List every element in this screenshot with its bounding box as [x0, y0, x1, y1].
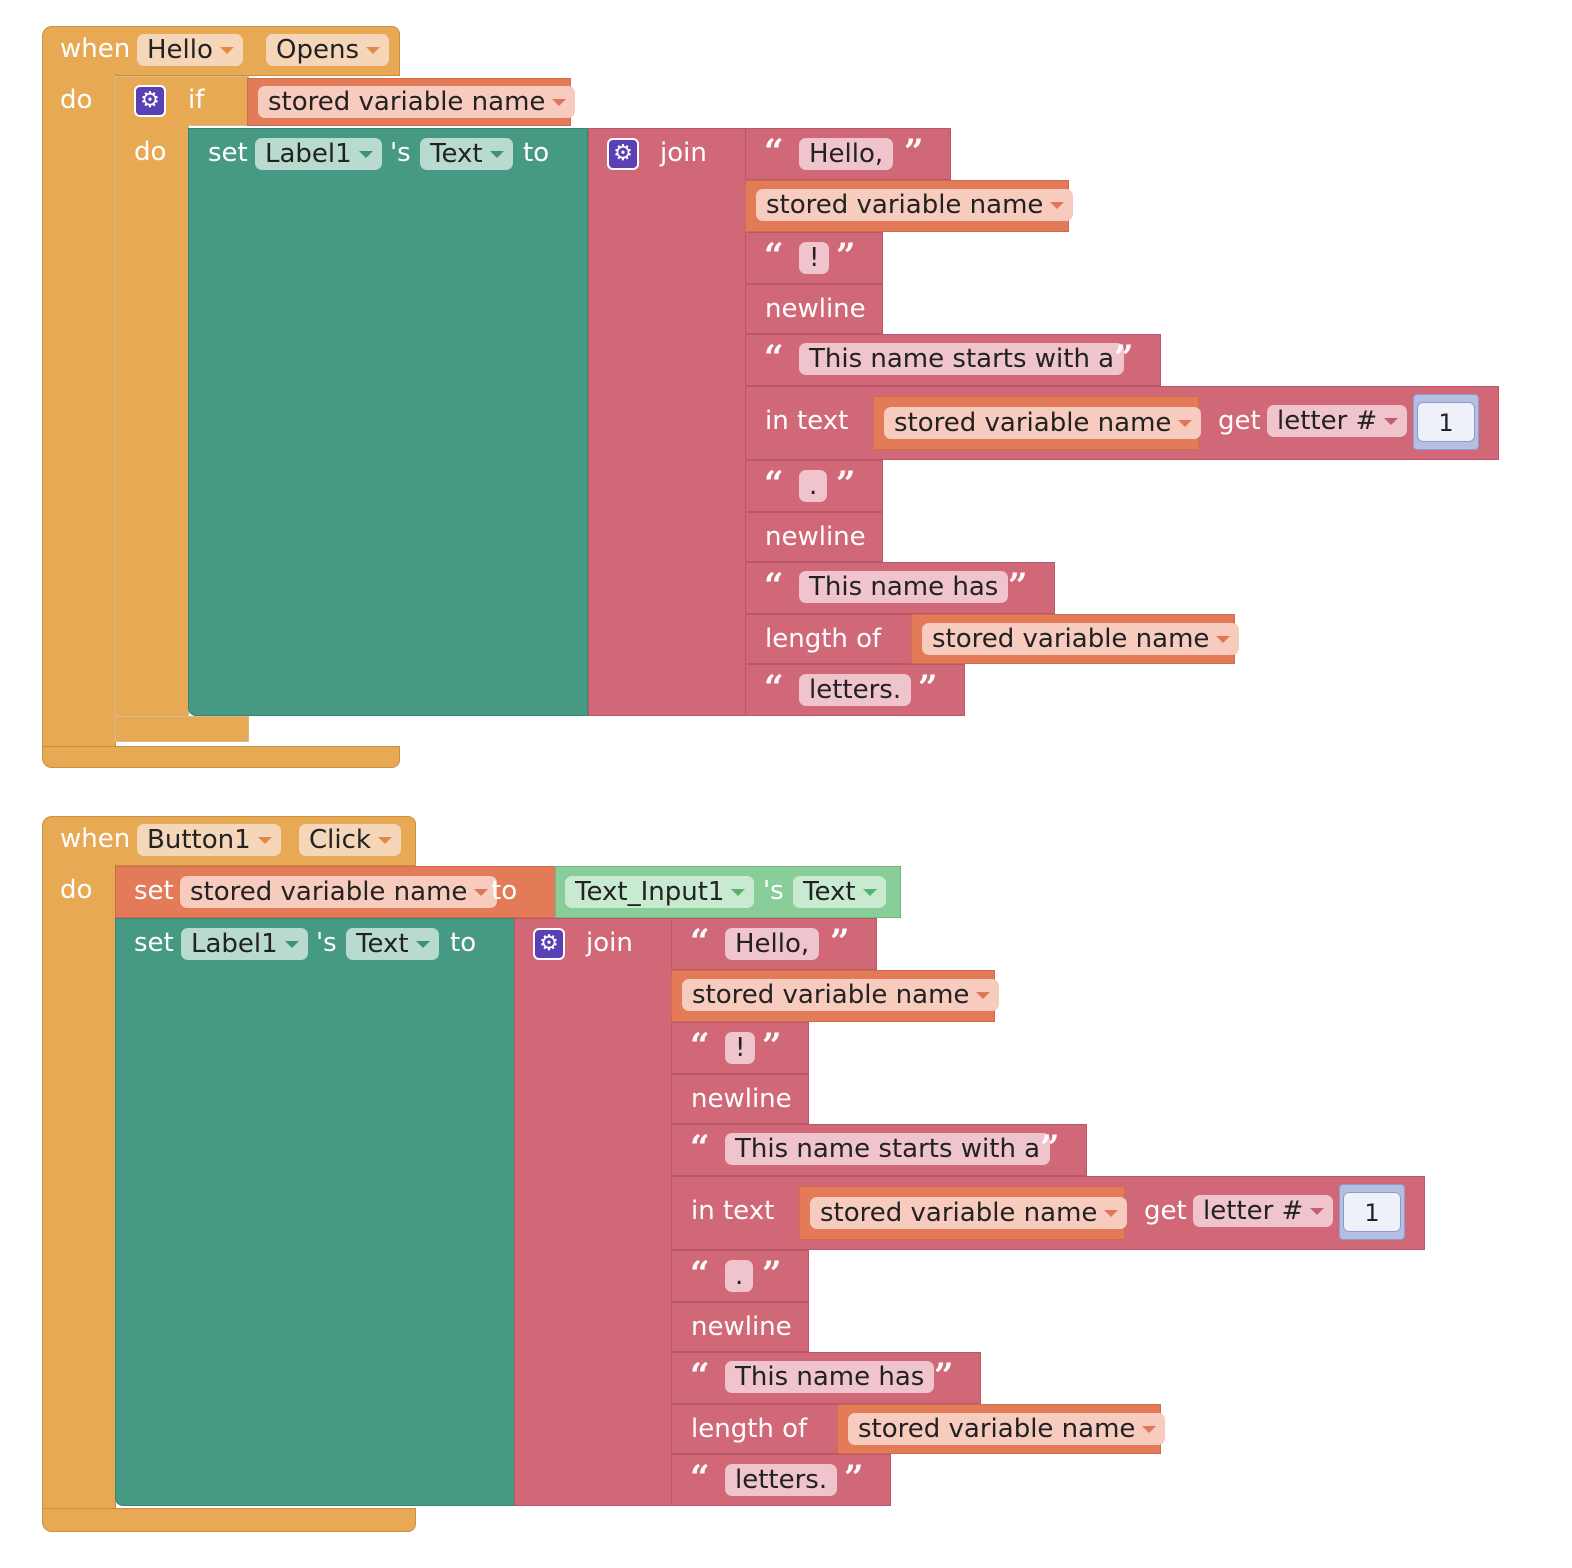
text-literal-value[interactable]: This name starts with a [799, 343, 1125, 375]
to-label: to [523, 138, 550, 168]
open-quote-icon: “ [690, 1026, 710, 1066]
to-label: to [491, 876, 518, 906]
event-footer [42, 746, 400, 768]
if-body-rail [115, 124, 189, 720]
open-quote-icon: “ [764, 236, 784, 276]
variable-dropdown[interactable]: stored variable name [810, 1197, 1128, 1229]
text-literal-value[interactable]: ! [725, 1032, 756, 1064]
text-literal-value[interactable]: This name has [725, 1361, 935, 1393]
if-do-label: do [134, 137, 167, 167]
open-quote-icon: “ [764, 668, 784, 708]
possessive-label: 's [316, 928, 337, 958]
text-literal-value[interactable]: . [799, 470, 828, 502]
text-literal-value[interactable]: letters. [725, 1464, 838, 1496]
open-quote-icon: “ [764, 464, 784, 504]
set-label: set [134, 928, 174, 958]
input-component-dropdown[interactable]: Text_Input1 [565, 876, 755, 908]
close-quote-icon: ” [830, 922, 850, 962]
join-block[interactable] [588, 128, 746, 716]
to-label: to [450, 928, 477, 958]
open-quote-icon: “ [690, 922, 710, 962]
text-literal-value[interactable]: Hello, [799, 138, 894, 170]
variable-dropdown[interactable]: stored variable name [848, 1413, 1166, 1445]
close-quote-icon: ” [836, 464, 856, 504]
text-literal-value[interactable]: This name starts with a [725, 1133, 1051, 1165]
set-label-text-block[interactable] [115, 918, 515, 1506]
event-footer [42, 1508, 416, 1532]
close-quote-icon: ” [1040, 1128, 1060, 1168]
in-text-label: in text [691, 1196, 775, 1226]
possessive-label: 's [763, 876, 784, 906]
close-quote-icon: ” [844, 1458, 864, 1498]
text-literal-value[interactable]: ! [799, 242, 830, 274]
letter-position-dropdown[interactable]: letter # [1267, 405, 1408, 437]
open-quote-icon: “ [690, 1128, 710, 1168]
get-label: get [1218, 406, 1261, 436]
open-quote-icon: “ [764, 132, 784, 172]
event-body-rail [42, 74, 116, 750]
set-label-text-block[interactable] [188, 128, 588, 716]
join-label: join [586, 928, 633, 958]
newline-label: newline [691, 1312, 792, 1342]
label-component-dropdown[interactable]: Label1 [181, 928, 308, 960]
close-quote-icon: ” [762, 1026, 782, 1066]
do-label: do [60, 875, 93, 905]
text-literal-value[interactable]: Hello, [725, 928, 820, 960]
property-dropdown[interactable]: Text [793, 876, 886, 908]
close-quote-icon: ” [918, 668, 938, 708]
close-quote-icon: ” [904, 132, 924, 172]
close-quote-icon: ” [1114, 338, 1134, 378]
close-quote-icon: ” [934, 1356, 954, 1396]
possessive-label: 's [390, 138, 411, 168]
join-block[interactable] [514, 918, 672, 1506]
get-label: get [1144, 1196, 1187, 1226]
open-quote-icon: “ [690, 1458, 710, 1498]
component-dropdown[interactable]: Hello [137, 34, 243, 66]
variable-dropdown[interactable]: stored variable name [884, 407, 1202, 439]
variable-dropdown[interactable]: stored variable name [756, 189, 1074, 221]
in-text-label: in text [765, 406, 849, 436]
newline-label: newline [691, 1084, 792, 1114]
text-literal-value[interactable]: . [725, 1260, 754, 1292]
event-dropdown[interactable]: Opens [266, 34, 389, 66]
open-quote-icon: “ [690, 1356, 710, 1396]
gear-icon[interactable]: ⚙ [533, 928, 565, 960]
variable-dropdown[interactable]: stored variable name [682, 979, 1000, 1011]
set-label: set [134, 876, 174, 906]
letter-position-dropdown[interactable]: letter # [1193, 1195, 1334, 1227]
variable-dropdown[interactable]: stored variable name [258, 86, 576, 118]
variable-dropdown[interactable]: stored variable name [180, 876, 498, 908]
event-body-rail [42, 864, 116, 1514]
length-of-label: length of [765, 624, 882, 654]
variable-dropdown[interactable]: stored variable name [922, 623, 1240, 655]
when-label: when [60, 34, 131, 64]
when-label: when [60, 824, 131, 854]
if-label: if [188, 85, 205, 115]
close-quote-icon: ” [836, 236, 856, 276]
length-of-label: length of [691, 1414, 808, 1444]
event-dropdown[interactable]: Click [299, 824, 401, 856]
property-dropdown[interactable]: Text [346, 928, 439, 960]
gear-icon[interactable]: ⚙ [134, 85, 166, 117]
newline-label: newline [765, 294, 866, 324]
open-quote-icon: “ [764, 338, 784, 378]
property-dropdown[interactable]: Text [420, 138, 513, 170]
component-dropdown[interactable]: Button1 [137, 824, 281, 856]
close-quote-icon: ” [1008, 566, 1028, 606]
text-literal-value[interactable]: This name has [799, 571, 1009, 603]
number-value[interactable]: 1 [1417, 402, 1475, 442]
label-component-dropdown[interactable]: Label1 [255, 138, 382, 170]
open-quote-icon: “ [764, 566, 784, 606]
gear-icon[interactable]: ⚙ [607, 138, 639, 170]
open-quote-icon: “ [690, 1254, 710, 1294]
text-literal-value[interactable]: letters. [799, 674, 912, 706]
number-value[interactable]: 1 [1343, 1192, 1401, 1232]
join-label: join [660, 138, 707, 168]
set-label: set [208, 138, 248, 168]
if-footer [115, 716, 249, 742]
newline-label: newline [765, 522, 866, 552]
do-label: do [60, 85, 93, 115]
close-quote-icon: ” [762, 1254, 782, 1294]
